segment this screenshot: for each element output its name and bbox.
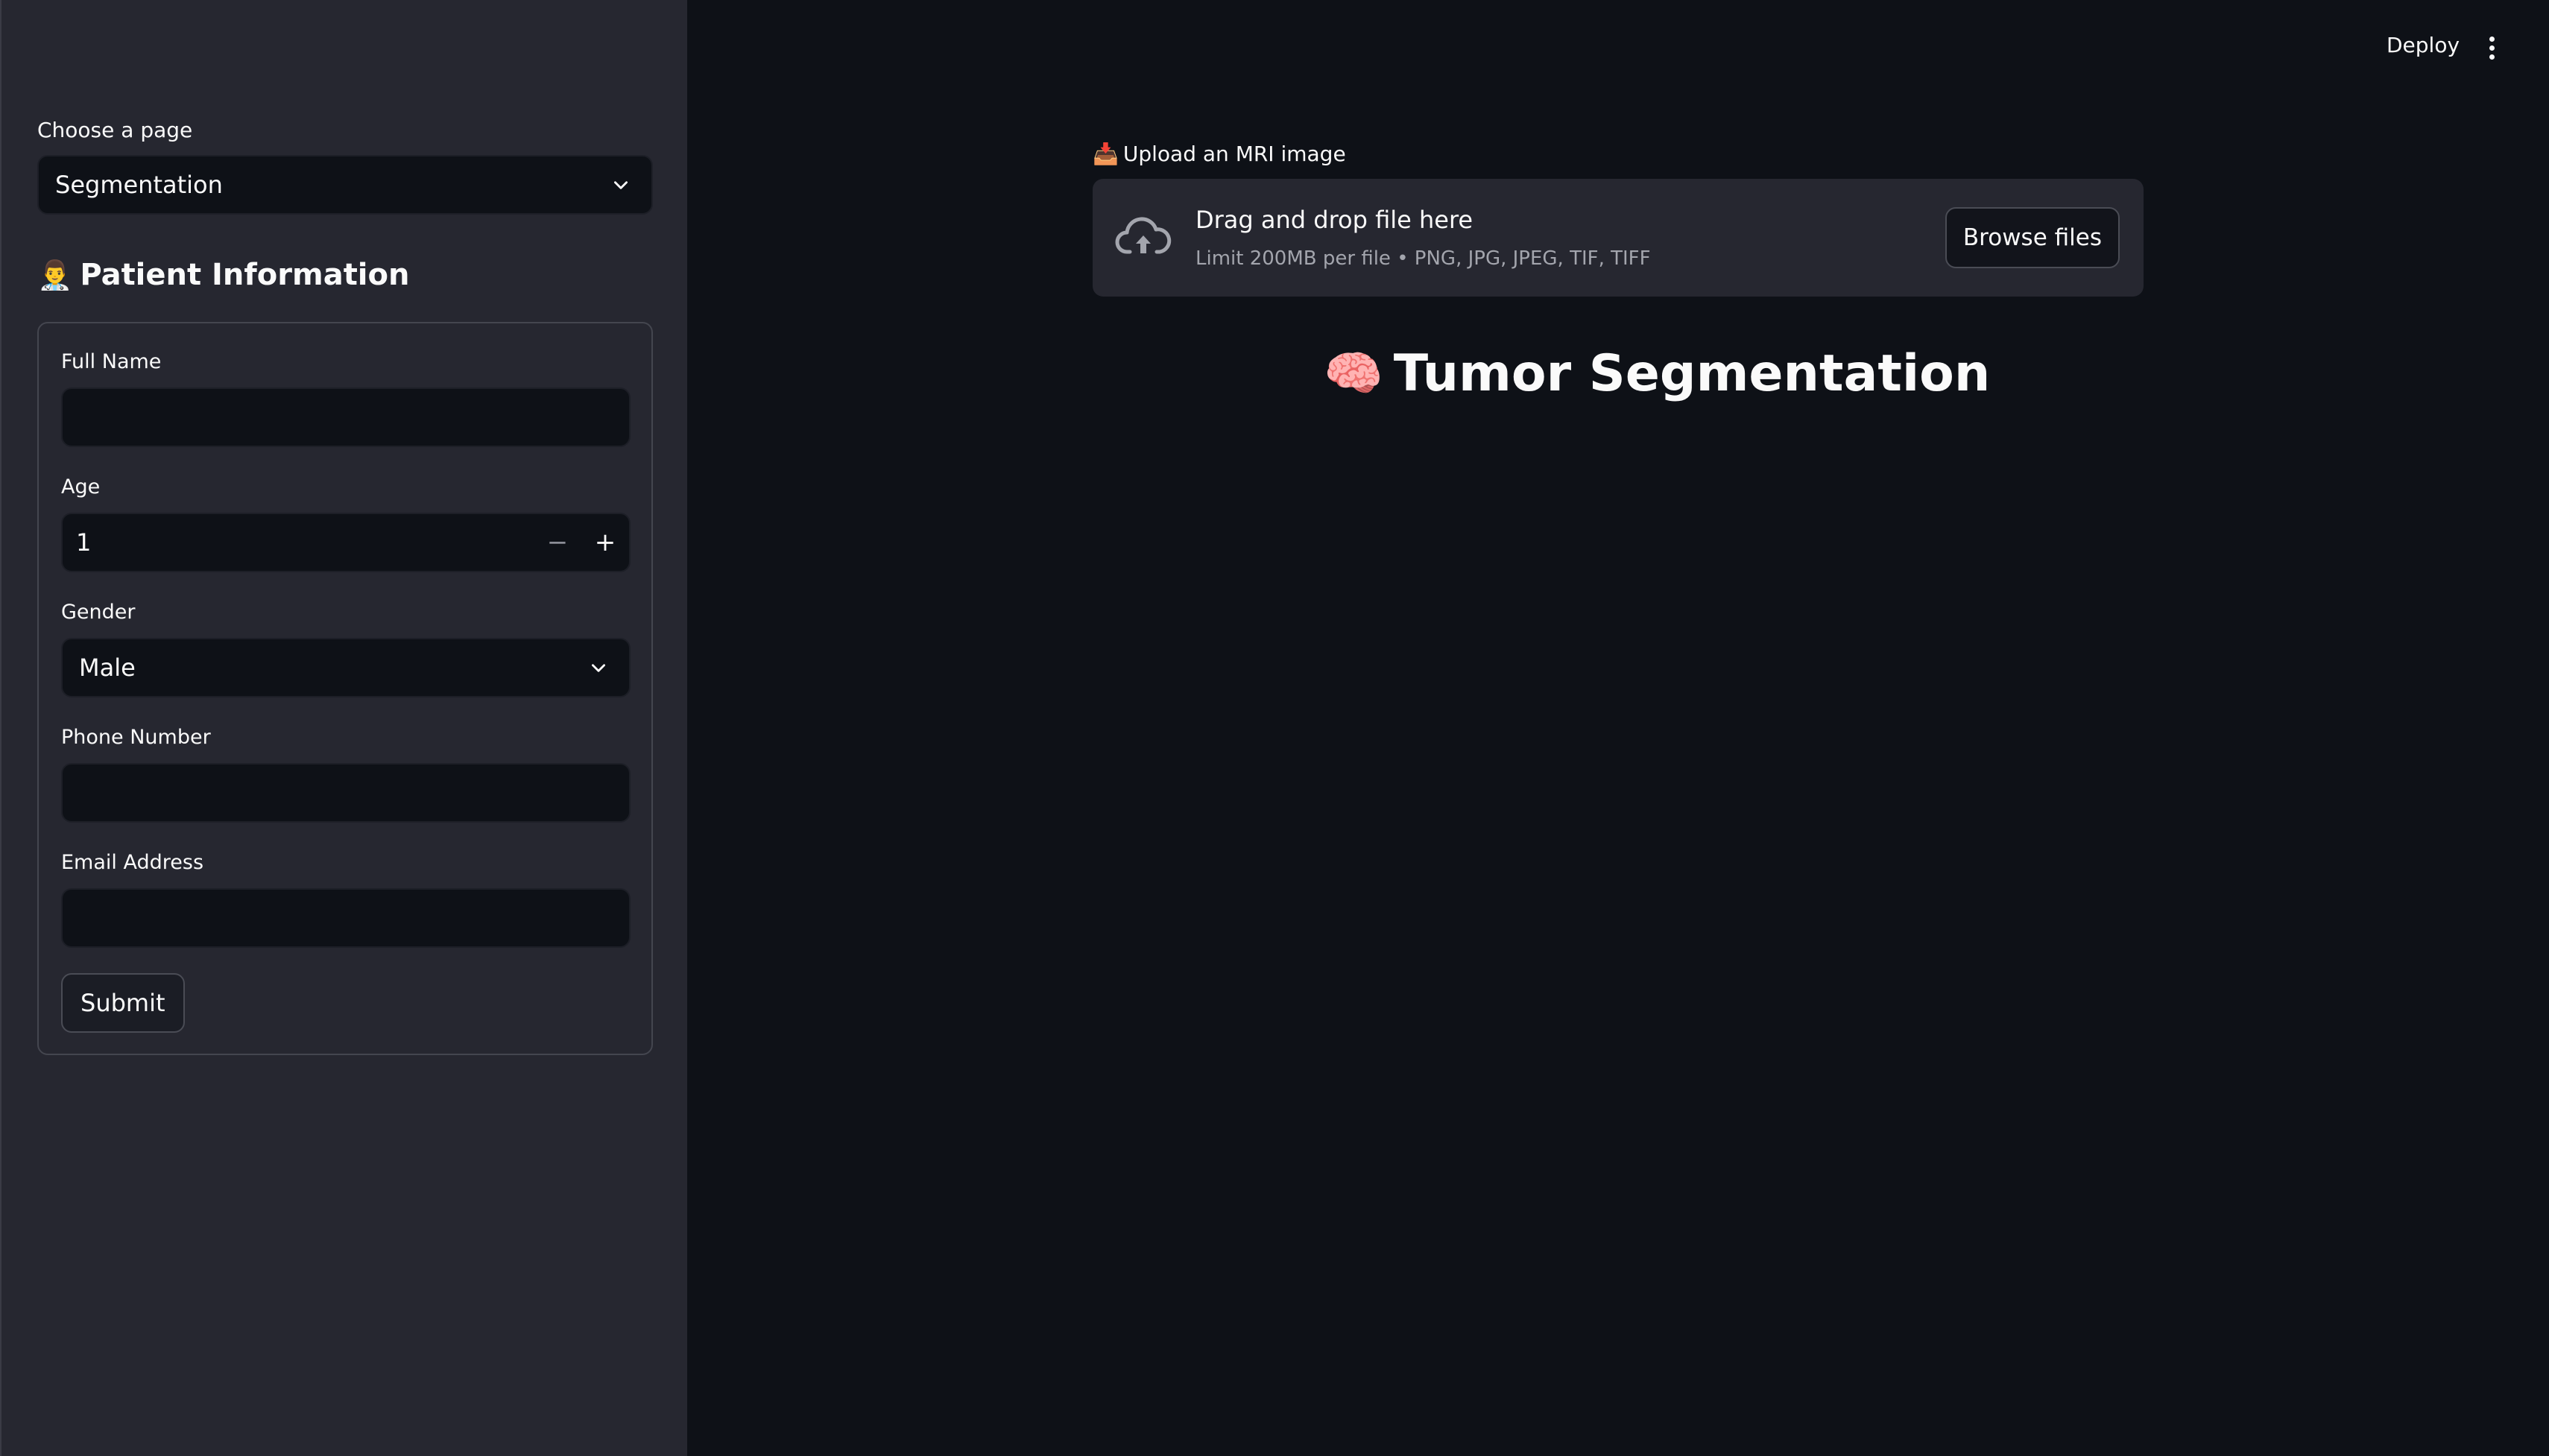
patient-form: Full Name Age 1 − + Gender Male Phone Nu… bbox=[37, 322, 653, 1055]
gender-select[interactable]: Male bbox=[61, 638, 631, 697]
age-increment-button[interactable]: + bbox=[581, 514, 629, 571]
phone-input[interactable] bbox=[61, 763, 631, 823]
age-value[interactable]: 1 bbox=[63, 528, 534, 557]
page-select-value: Segmentation bbox=[55, 171, 223, 199]
page-select-label: Choose a page bbox=[37, 118, 193, 142]
full-name-input[interactable] bbox=[61, 387, 631, 447]
email-input[interactable] bbox=[61, 888, 631, 948]
age-decrement-button[interactable]: − bbox=[534, 514, 581, 571]
chevron-down-icon bbox=[587, 656, 610, 679]
email-label: Email Address bbox=[61, 851, 204, 874]
gender-label: Gender bbox=[61, 601, 136, 624]
dropzone-title: Drag and drop file here bbox=[1195, 206, 1474, 234]
uploader-label: 📥 Upload an MRI image bbox=[1093, 142, 1346, 166]
inbox-icon: 📥 bbox=[1093, 142, 1119, 166]
more-options-icon[interactable] bbox=[2479, 33, 2504, 63]
page-title: 🧠 Tumor Segmentation bbox=[1324, 344, 1990, 403]
uploader-label-text: Upload an MRI image bbox=[1122, 142, 1346, 166]
brain-icon: 🧠 bbox=[1324, 346, 1383, 402]
browse-files-button[interactable]: Browse files bbox=[1945, 207, 2120, 268]
sidebar: Choose a page Segmentation 👨‍⚕️ Patient … bbox=[0, 0, 687, 1456]
age-stepper[interactable]: 1 − + bbox=[61, 513, 631, 572]
gender-select-value: Male bbox=[79, 653, 136, 682]
chevron-down-icon bbox=[610, 174, 632, 196]
page-title-text: Tumor Segmentation bbox=[1393, 344, 1991, 403]
page-select[interactable]: Segmentation bbox=[37, 155, 653, 215]
deploy-button[interactable]: Deploy bbox=[2387, 33, 2460, 57]
dropzone-limit-text: Limit 200MB per file • PNG, JPG, JPEG, T… bbox=[1195, 247, 1651, 270]
app-root: Choose a page Segmentation 👨‍⚕️ Patient … bbox=[0, 0, 2549, 1456]
age-label: Age bbox=[61, 475, 101, 498]
file-dropzone[interactable]: Drag and drop file here Limit 200MB per … bbox=[1093, 179, 2144, 297]
phone-label: Phone Number bbox=[61, 726, 211, 749]
patient-info-header: 👨‍⚕️ Patient Information bbox=[37, 258, 409, 292]
submit-button[interactable]: Submit bbox=[61, 973, 185, 1033]
cloud-upload-icon bbox=[1115, 217, 1172, 254]
full-name-label: Full Name bbox=[61, 350, 162, 373]
patient-info-title: Patient Information bbox=[80, 258, 410, 292]
doctor-icon: 👨‍⚕️ bbox=[37, 259, 73, 291]
